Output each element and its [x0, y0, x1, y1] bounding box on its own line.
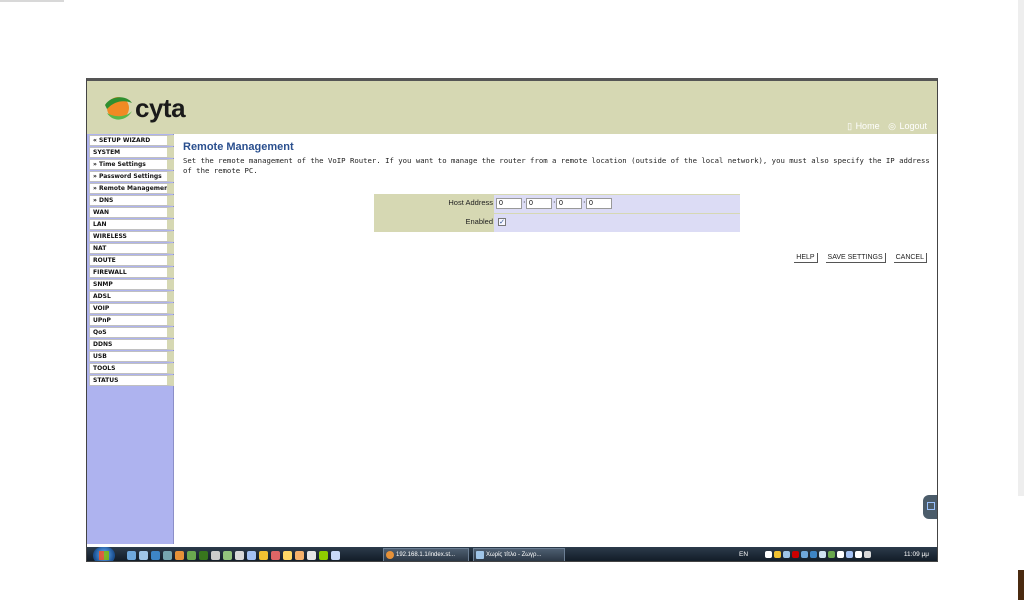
tray-icon[interactable]: [837, 551, 844, 558]
sidebar-item-status[interactable]: STATUS: [89, 375, 174, 386]
page-description: Set the remote management of the VoIP Ro…: [183, 156, 930, 175]
clock-icon[interactable]: [235, 551, 244, 560]
top-edge-strip: [0, 0, 64, 2]
settings-icon[interactable]: [211, 551, 220, 560]
host-address-octet-1[interactable]: 0: [496, 198, 522, 209]
sidebar-item-usb[interactable]: USB: [89, 351, 174, 362]
volume-icon[interactable]: [864, 551, 871, 558]
desktop-icon[interactable]: [127, 551, 136, 560]
taskbar: 192.168.1.1/index.st... Χωρίς τίτλο - Ζω…: [87, 547, 937, 561]
sidebar-item-wireless[interactable]: WIRELESS: [89, 231, 174, 242]
language-indicator[interactable]: EN: [739, 551, 748, 558]
logo-text: cyta: [135, 93, 186, 123]
sidebar-item-system[interactable]: SYSTEM: [89, 147, 174, 158]
sidebar-item-setup-wizard[interactable]: « SETUP WIZARD: [89, 135, 174, 146]
enabled-checkbox[interactable]: ✓: [498, 218, 506, 226]
taskbar-clock[interactable]: 11:09 μμ: [904, 551, 929, 558]
sidebar-item-upnp[interactable]: UPnP: [89, 315, 174, 326]
tray-icon[interactable]: [846, 551, 853, 558]
corner-wallpaper: [1018, 570, 1024, 600]
taskbar-item-label: Χωρίς τίτλο - Ζωγρ...: [486, 552, 542, 558]
host-address-row: Host Address 0 · 0 · 0 · 0: [374, 195, 740, 213]
enabled-label: Enabled: [465, 217, 493, 226]
remote-management-form: Host Address 0 · 0 · 0 · 0 Enabled ✓: [374, 194, 740, 232]
taskbar-item-paint[interactable]: Χωρίς τίτλο - Ζωγρ...: [473, 548, 565, 561]
page-title: Remote Management: [183, 141, 294, 153]
tray-icon[interactable]: [765, 551, 772, 558]
sidebar-item-remote-management[interactable]: » Remote Management: [89, 183, 174, 194]
tray-icon[interactable]: [819, 551, 826, 558]
media-icon[interactable]: [271, 551, 280, 560]
home-link[interactable]: Home: [856, 121, 880, 131]
excel-icon[interactable]: [199, 551, 208, 560]
system-tray: [765, 551, 875, 560]
sidebar-item-password-settings[interactable]: » Password Settings: [89, 171, 174, 182]
notes-icon[interactable]: [259, 551, 268, 560]
sidebar-item-qos[interactable]: QoS: [89, 327, 174, 338]
host-address-octet-3[interactable]: 0: [556, 198, 582, 209]
scrollbar-strip[interactable]: [1018, 0, 1024, 496]
host-address-label: Host Address: [448, 198, 493, 207]
quick-launch: [127, 551, 357, 561]
chrome-icon[interactable]: [187, 551, 196, 560]
sidebar: « SETUP WIZARD SYSTEM » Time Settings » …: [87, 134, 174, 544]
sidebar-item-snmp[interactable]: SNMP: [89, 279, 174, 290]
sidebar-item-tools[interactable]: TOOLS: [89, 363, 174, 374]
taskbar-item-browser[interactable]: 192.168.1.1/index.st...: [383, 548, 469, 561]
home-icon[interactable]: ▯: [847, 121, 852, 131]
folder-icon[interactable]: [175, 551, 184, 560]
tray-icon[interactable]: [810, 551, 817, 558]
side-widget-icon[interactable]: [923, 495, 937, 519]
window-switch-icon[interactable]: [139, 551, 148, 560]
vlc-icon[interactable]: [319, 551, 328, 560]
sidebar-item-route[interactable]: ROUTE: [89, 255, 174, 266]
screen: cyta ▯ Home ◎ Logout « SETUP WIZARD SYST…: [0, 0, 1024, 600]
sidebar-item-lan[interactable]: LAN: [89, 219, 174, 230]
host-address-octet-4[interactable]: 0: [586, 198, 612, 209]
show-desktop-icon[interactable]: [331, 551, 340, 560]
tray-icon[interactable]: [783, 551, 790, 558]
host-address-octet-2[interactable]: 0: [526, 198, 552, 209]
help-button[interactable]: HELP: [794, 253, 818, 263]
page-header: cyta ▯ Home ◎ Logout: [87, 81, 937, 134]
cyta-logo[interactable]: cyta: [101, 89, 211, 129]
smile-icon[interactable]: [283, 551, 292, 560]
camera-icon[interactable]: [307, 551, 316, 560]
header-links: ▯ Home ◎ Logout: [841, 121, 927, 132]
cancel-button[interactable]: CANCEL: [893, 253, 927, 263]
sidebar-item-ddns[interactable]: DDNS: [89, 339, 174, 350]
action-buttons: HELP SAVE SETTINGS CANCEL: [788, 253, 927, 263]
chrome-icon: [386, 551, 394, 559]
ie-icon[interactable]: [151, 551, 160, 560]
sidebar-item-wan[interactable]: WAN: [89, 207, 174, 218]
host-address-fields: 0 · 0 · 0 · 0: [494, 195, 740, 213]
tray-icon[interactable]: [801, 551, 808, 558]
network-status-icon[interactable]: [855, 551, 862, 558]
sidebar-item-firewall[interactable]: FIREWALL: [89, 267, 174, 278]
paint-icon[interactable]: [295, 551, 304, 560]
logout-link[interactable]: Logout: [899, 121, 927, 131]
tray-icon[interactable]: [828, 551, 835, 558]
logout-icon[interactable]: ◎: [888, 121, 896, 131]
tray-icon[interactable]: [792, 551, 799, 558]
sidebar-item-time-settings[interactable]: » Time Settings: [89, 159, 174, 170]
sidebar-item-nat[interactable]: NAT: [89, 243, 174, 254]
sidebar-item-voip[interactable]: VOIP: [89, 303, 174, 314]
start-button[interactable]: [93, 547, 115, 561]
router-admin-page: cyta ▯ Home ◎ Logout « SETUP WIZARD SYST…: [86, 78, 938, 562]
tray-icon[interactable]: [774, 551, 781, 558]
email-icon[interactable]: [163, 551, 172, 560]
sidebar-item-dns[interactable]: » DNS: [89, 195, 174, 206]
save-settings-button[interactable]: SAVE SETTINGS: [825, 253, 886, 263]
app-icon[interactable]: [223, 551, 232, 560]
sidebar-item-adsl[interactable]: ADSL: [89, 291, 174, 302]
enabled-row: Enabled ✓: [374, 214, 740, 232]
taskbar-item-label: 192.168.1.1/index.st...: [396, 552, 456, 558]
enabled-field: ✓: [494, 214, 740, 232]
cyta-logo-icon: [105, 97, 132, 120]
network-icon[interactable]: [247, 551, 256, 560]
paint-icon: [476, 551, 484, 559]
